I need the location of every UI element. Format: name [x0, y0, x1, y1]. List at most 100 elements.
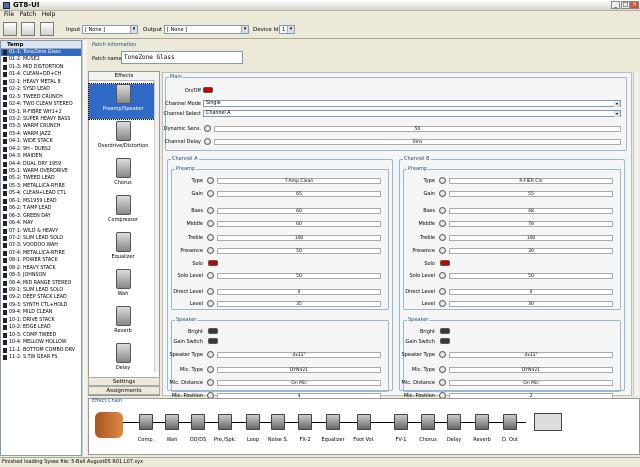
patch-list-item[interactable]: 05-1: WARM OVERDRIVE	[1, 168, 81, 175]
patch-name-field[interactable]: ToneZone Glass	[121, 51, 243, 64]
output-select[interactable]: [ None ] ▾	[164, 25, 249, 34]
patch-list-item[interactable]: 05-3: METALLICA-RFIRE	[1, 183, 81, 190]
chB-bass-knob[interactable]	[439, 207, 446, 214]
chA-gain-knob[interactable]	[207, 190, 214, 197]
effect-item[interactable]: Wah	[89, 269, 157, 304]
patch-list-item[interactable]: 04-3: MAIDEN	[1, 153, 81, 160]
patch-list-item[interactable]: 10-1: DRIVE STACK	[1, 317, 81, 324]
maximize-button[interactable]: □	[621, 1, 630, 9]
chain-block[interactable]	[394, 414, 408, 430]
chA-presence-knob[interactable]	[207, 247, 214, 254]
onoff-toggle[interactable]	[203, 87, 213, 93]
chA-direct-bar[interactable]: 0	[217, 289, 381, 295]
patch-list-item[interactable]: 09-3: SYNTH CTL+HOLD	[1, 302, 81, 309]
patch-list-item[interactable]: 08-3: JOHNSON	[1, 272, 81, 279]
chB-micdist-knob[interactable]	[439, 379, 446, 386]
chB-presence-knob[interactable]	[439, 247, 446, 254]
patch-list-item[interactable]: 01-4: CLEAN+DD+CH	[1, 71, 81, 78]
chA-treble-bar[interactable]: 100	[217, 235, 381, 241]
patch-list-item[interactable]: 02-2: SYSD LEAD	[1, 86, 81, 93]
chain-block[interactable]	[191, 414, 205, 430]
patch-list-scrollbar[interactable]	[82, 40, 87, 456]
channel-select-select[interactable]: Channel A ▾	[203, 110, 621, 117]
patch-list-item[interactable]: 05-2: TWEED LEAD	[1, 175, 81, 182]
chA-bright-toggle[interactable]	[208, 328, 218, 334]
chA-bass-bar[interactable]: 60	[217, 208, 381, 214]
chB-sptype-knob[interactable]	[439, 351, 446, 358]
chB-middle-bar[interactable]: 78	[449, 221, 613, 227]
chA-gain-switch-toggle[interactable]	[208, 338, 218, 344]
chA-middle-knob[interactable]	[207, 220, 214, 227]
upload-icon[interactable]	[21, 22, 35, 36]
patch-list-item[interactable]: 11-1: BOTTOM COMBO DRV	[1, 347, 81, 354]
chain-block[interactable]	[421, 414, 435, 430]
patch-list-item[interactable]: 02-1: HEAVY METAL 8	[1, 79, 81, 86]
effect-item[interactable]: Preamp/Speaker	[88, 83, 158, 120]
chA-sptype-knob[interactable]	[207, 351, 214, 358]
patch-list-item[interactable]: 10-3: COMP TWEED	[1, 332, 81, 339]
patch-list-item[interactable]: 07-4: METALLICA-RFIRE	[1, 250, 81, 257]
chain-block[interactable]	[271, 414, 285, 430]
patch-list-item[interactable]: 06-2: T.AMP LEAD	[1, 205, 81, 212]
chA-type-bar[interactable]: T-Amp Clean	[217, 178, 381, 184]
chB-solo-level-bar[interactable]: 50	[449, 273, 613, 279]
patch-list-item[interactable]: 04-4: DUAL DRY 1959	[1, 161, 81, 168]
chB-type-knob[interactable]	[439, 177, 446, 184]
chA-micdist-bar[interactable]: On Mic	[217, 380, 381, 386]
patch-list-item[interactable]: 07-3: VOODOO WAH	[1, 242, 81, 249]
chB-mictype-bar[interactable]: DYN421	[449, 367, 613, 373]
chB-solo-toggle[interactable]	[440, 260, 450, 266]
chB-presence-bar[interactable]: 30	[449, 248, 613, 254]
chB-middle-knob[interactable]	[439, 220, 446, 227]
chB-mictype-knob[interactable]	[439, 366, 446, 373]
chB-bright-toggle[interactable]	[440, 328, 450, 334]
patch-list-item[interactable]: 07-1: WILD & HEAVY	[1, 228, 81, 235]
settings-tab[interactable]: Settings	[88, 377, 160, 386]
patch-list-item[interactable]: 03-1: R-FIBRE WH1+2	[1, 109, 81, 116]
device-id-select[interactable]: 1 ▾	[279, 25, 295, 34]
patch-list-item[interactable]: 02-3: TWEED CRUNCH	[1, 94, 81, 101]
patch-list-item[interactable]: 01-1: ToneZone Glass	[1, 49, 81, 57]
close-button[interactable]: ×	[630, 1, 639, 9]
download-icon[interactable]	[3, 22, 17, 36]
patch-list-item[interactable]: 06-3: GREEN DAY	[1, 213, 81, 220]
patch-list-item[interactable]: 11-2: S.TW GEAR FS	[1, 354, 81, 361]
dynamic-sens-bar[interactable]: 50	[214, 126, 621, 132]
patch-list-item[interactable]: 04-2: 9H - DUBS2	[1, 146, 81, 153]
menu-file[interactable]: File	[4, 11, 14, 18]
channel-delay-bar[interactable]: 0ms	[214, 139, 621, 145]
chB-solo-level-knob[interactable]	[439, 272, 446, 279]
chB-sptype-bar[interactable]: 4x12"	[449, 352, 613, 358]
patch-list-item[interactable]: 08-1: POWER STACK	[1, 257, 81, 264]
patch-list-item[interactable]: 02-4: TWO CLEAN STEREO	[1, 101, 81, 108]
effect-item[interactable]: Overdrive/Distortion	[89, 121, 157, 156]
menu-patch[interactable]: Patch	[20, 11, 36, 18]
chain-block[interactable]	[357, 414, 371, 430]
effect-item[interactable]: Chorus	[89, 158, 157, 193]
patch-list-item[interactable]: 06-4: MAY	[1, 220, 81, 227]
chA-mictype-knob[interactable]	[207, 366, 214, 373]
chA-gain-bar[interactable]: 65	[217, 191, 381, 197]
chB-direct-bar[interactable]: 0	[449, 289, 613, 295]
chB-type-bar[interactable]: R-FIER Cln	[449, 178, 613, 184]
chA-sptype-bar[interactable]: 4x12"	[217, 352, 381, 358]
chA-treble-knob[interactable]	[207, 234, 214, 241]
chB-level-knob[interactable]	[439, 300, 446, 307]
input-select[interactable]: [ None ] ▾	[82, 25, 138, 34]
chA-direct-knob[interactable]	[207, 288, 214, 295]
patch-list-item[interactable]: 03-3: WARM CRUNCH	[1, 123, 81, 130]
assignments-tab[interactable]: Assignments	[88, 386, 160, 395]
chB-direct-knob[interactable]	[439, 288, 446, 295]
chain-block[interactable]	[165, 414, 179, 430]
patch-list-item[interactable]: 03-2: SUPER HEAVY BASS	[1, 116, 81, 123]
patch-list-item[interactable]: 01-2: MUSE2	[1, 56, 81, 63]
chain-block[interactable]	[326, 414, 340, 430]
patch-list-item[interactable]: 09-4: MILD CLEAN	[1, 309, 81, 316]
patch-list-item[interactable]: 08-2: HEAVY STACK	[1, 265, 81, 272]
effects-scrollbar[interactable]	[154, 80, 159, 372]
chB-treble-bar[interactable]: 100	[449, 235, 613, 241]
chain-block[interactable]	[503, 414, 517, 430]
chA-mictype-bar[interactable]: DYN421	[217, 367, 381, 373]
patch-list-item[interactable]: 04-1: WIDE STACK	[1, 138, 81, 145]
chA-level-knob[interactable]	[207, 300, 214, 307]
